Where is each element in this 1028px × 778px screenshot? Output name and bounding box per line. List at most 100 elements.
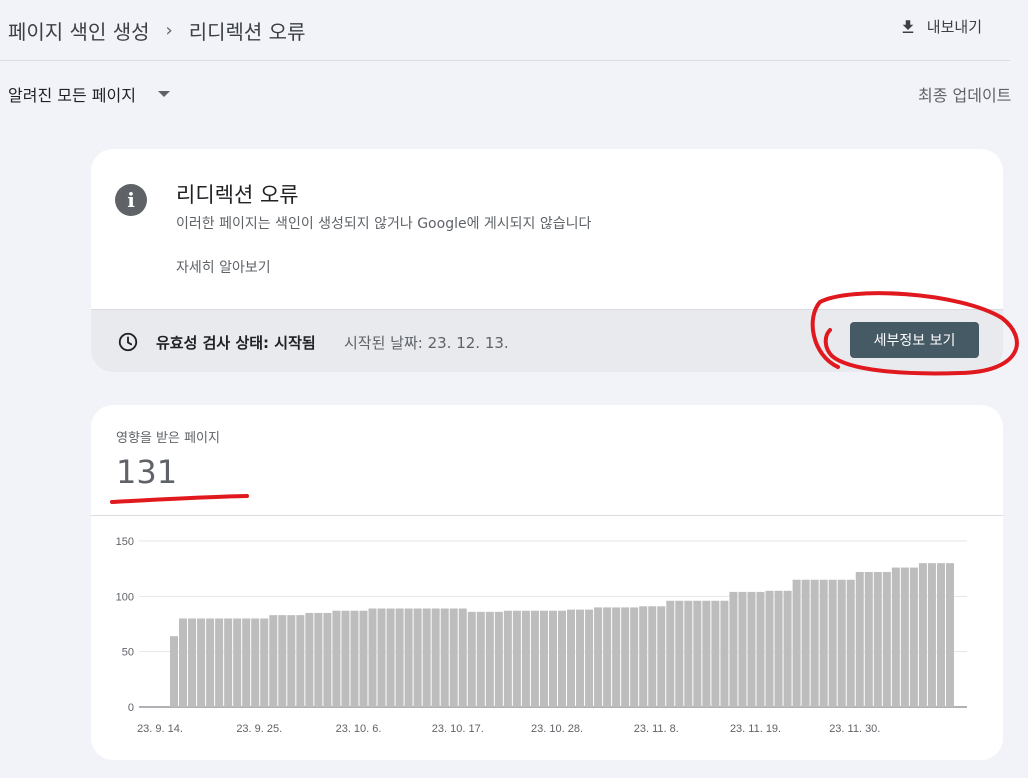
validation-status-bar: 유효성 검사 상태: 시작됨 시작된 날짜: 23. 12. 13. 세부정보 …	[91, 309, 1003, 372]
bar	[936, 563, 945, 707]
export-button[interactable]: 내보내기	[899, 16, 982, 37]
bar	[900, 567, 909, 707]
issue-title: 리디렉션 오류	[176, 183, 299, 207]
bar	[774, 590, 783, 707]
y-tick-label: 50	[122, 647, 134, 659]
bar	[197, 618, 206, 707]
bar	[927, 563, 936, 707]
bar	[918, 563, 927, 707]
bar	[296, 615, 305, 707]
affected-pages-count: 131	[116, 453, 178, 491]
bar	[873, 571, 882, 707]
x-tick-label: 23. 10. 6.	[336, 723, 382, 735]
see-details-button[interactable]: 세부정보 보기	[850, 322, 979, 358]
bar	[422, 608, 431, 707]
bar	[404, 608, 413, 707]
breadcrumb-root[interactable]: 페이지 색인 생성	[8, 16, 150, 45]
bar	[711, 600, 720, 707]
bar	[585, 609, 594, 707]
bar	[810, 579, 819, 707]
bar	[882, 571, 891, 707]
bar	[756, 591, 765, 707]
breadcrumb: 페이지 색인 생성 › 리디렉션 오류	[8, 16, 305, 45]
bar	[828, 579, 837, 707]
affected-pages-label: 영향을 받은 페이지	[116, 431, 220, 446]
bar	[341, 610, 350, 707]
bar	[720, 600, 729, 707]
bar	[576, 609, 585, 707]
bar	[323, 612, 332, 707]
export-label: 내보내기	[926, 18, 982, 36]
bar	[783, 590, 792, 707]
bar	[512, 610, 521, 707]
bar	[224, 618, 233, 707]
bar	[747, 591, 756, 707]
affected-pages-chart: 0 50 100 150 23. 9. 14. 23. 9. 25. 23. 10. 6. 2…	[116, 536, 967, 735]
bar	[242, 618, 251, 707]
bar	[413, 608, 422, 707]
bar	[765, 590, 774, 707]
y-tick-label: 0	[128, 702, 134, 714]
bar	[539, 610, 548, 707]
affected-pages-card: 영향을 받은 페이지 131 0 50 100 150 23. 9. 14. 23. 9.…	[91, 405, 1003, 760]
bar	[431, 608, 440, 707]
bar	[548, 610, 557, 707]
bar	[449, 608, 458, 707]
bar	[639, 606, 648, 707]
bar	[350, 610, 359, 707]
bar	[269, 615, 278, 707]
bar	[657, 606, 666, 707]
bar	[621, 607, 630, 707]
breadcrumb-current: 리디렉션 오류	[188, 20, 306, 44]
bar	[287, 615, 296, 707]
bar	[603, 607, 612, 707]
bar	[945, 563, 954, 707]
bar	[521, 610, 530, 707]
bar	[440, 608, 449, 707]
bar	[819, 579, 828, 707]
bar	[666, 600, 675, 707]
bar	[179, 618, 188, 707]
bar	[864, 571, 873, 707]
bar	[612, 607, 621, 707]
x-tick-label: 23. 10. 17.	[432, 723, 484, 735]
bar	[684, 600, 693, 707]
bar	[278, 615, 287, 707]
bar	[233, 618, 242, 707]
bar	[792, 579, 801, 707]
bar	[738, 591, 747, 707]
x-tick-label: 23. 9. 14.	[137, 723, 183, 735]
bar	[648, 606, 657, 707]
x-tick-label: 23. 11. 30.	[829, 723, 880, 735]
bar	[494, 611, 503, 707]
bar	[693, 600, 702, 707]
bar	[476, 611, 485, 707]
issue-description: 이러한 페이지는 색인이 생성되지 않거나 Google에 게시되지 않습니다	[176, 216, 592, 232]
bar	[485, 611, 494, 707]
bar	[188, 618, 197, 707]
bar	[305, 612, 314, 707]
page-filter-dropdown[interactable]: 알려진 모든 페이지	[8, 82, 170, 106]
bar	[458, 608, 467, 707]
bar	[675, 600, 684, 707]
y-tick-label: 150	[116, 536, 134, 548]
filter-selected: 알려진 모든 페이지	[8, 86, 136, 105]
dropdown-caret-icon	[157, 91, 170, 97]
bar	[801, 579, 810, 707]
bar	[891, 567, 900, 707]
chevron-right-icon: ›	[165, 20, 173, 41]
bar	[377, 608, 386, 707]
learn-more-link[interactable]: 자세히 알아보기	[176, 257, 271, 277]
bar	[368, 608, 377, 707]
x-tick-label: 23. 11. 8.	[634, 723, 679, 735]
bar	[206, 618, 215, 707]
bar	[702, 600, 711, 707]
last-update-text: 최종 업데이트	[918, 86, 1012, 105]
issue-card: i 리디렉션 오류 이러한 페이지는 색인이 생성되지 않거나 Google에 …	[91, 149, 1003, 372]
y-tick-label: 100	[116, 591, 134, 603]
bar	[386, 608, 395, 707]
bar	[332, 610, 341, 707]
bar	[314, 612, 323, 707]
info-icon: i	[115, 184, 147, 216]
bar	[846, 579, 855, 707]
